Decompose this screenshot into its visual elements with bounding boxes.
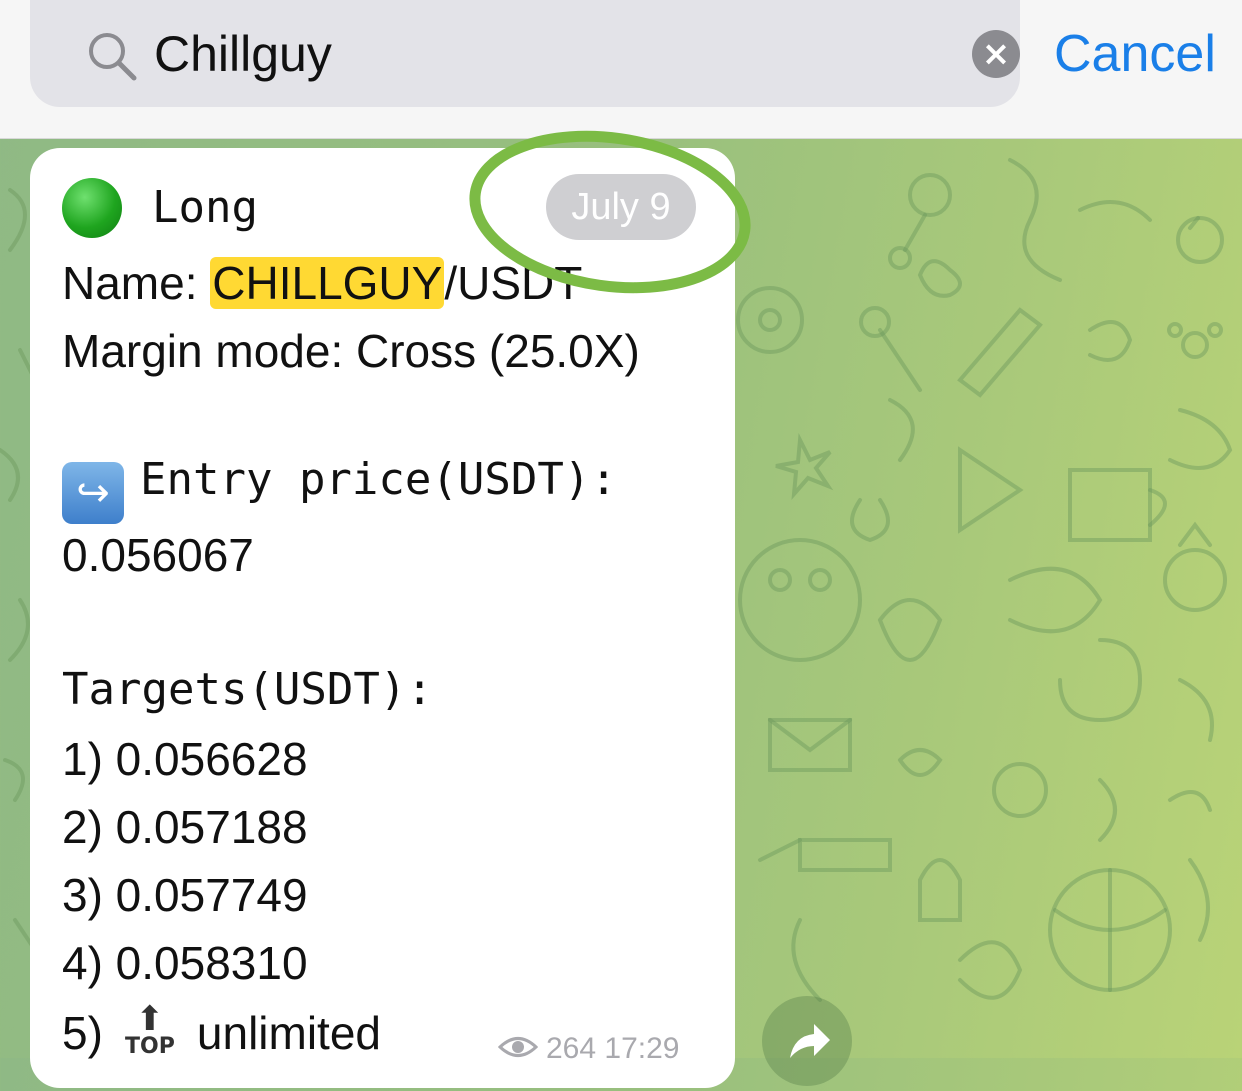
name-label: Name: — [62, 257, 211, 309]
share-arrow-icon — [790, 1024, 830, 1058]
pair-name: Name: CHILLGUY/USDT — [62, 256, 582, 310]
target-4: 4) 0.058310 — [62, 937, 308, 989]
message-meta: 264 17:29 — [498, 1032, 679, 1066]
target-3: 3) 0.057749 — [62, 869, 308, 921]
entry-price-label: ↪ Entry price(USDT): — [62, 454, 617, 524]
message-time: 17:29 — [604, 1032, 680, 1065]
view-count: 264 — [546, 1032, 597, 1065]
cancel-button[interactable]: Cancel — [1054, 22, 1216, 86]
entry-price-value: 0.056067 — [62, 529, 254, 581]
target-1: 1) 0.056628 — [62, 733, 308, 785]
eye-icon — [498, 1037, 538, 1057]
search-icon — [89, 33, 137, 81]
search-bar: Chillguy × Cancel — [0, 0, 1242, 139]
clear-icon[interactable]: × — [972, 30, 1020, 78]
right-arrow-curving-left-icon: ↪ — [62, 462, 124, 524]
green-circle-icon — [62, 178, 122, 238]
target-5: 5) ⬆ TOP unlimited — [62, 1002, 381, 1060]
search-field[interactable]: Chillguy × — [30, 0, 1020, 107]
top-arrow-icon: ⬆ TOP — [124, 999, 175, 1059]
search-highlight: CHILLGUY — [210, 257, 445, 309]
direction-label: Long — [152, 182, 258, 233]
margin-mode: Margin mode: Cross (25.0X) — [62, 325, 640, 377]
search-input[interactable]: Chillguy — [154, 24, 332, 84]
message-bubble[interactable]: Long July 9 Name: CHILLGUY/USDT Margin m… — [30, 148, 735, 1088]
target-5-value: unlimited — [196, 1007, 381, 1059]
entry-label-text: Entry price(USDT): — [140, 454, 617, 505]
target-2: 2) 0.057188 — [62, 801, 308, 853]
date-badge: July 9 — [546, 174, 696, 240]
targets-label: Targets(USDT): — [62, 664, 433, 715]
share-button[interactable] — [762, 996, 852, 1086]
target-5-prefix: 5) — [62, 1007, 103, 1059]
pair-quote: /USDT — [444, 257, 583, 309]
